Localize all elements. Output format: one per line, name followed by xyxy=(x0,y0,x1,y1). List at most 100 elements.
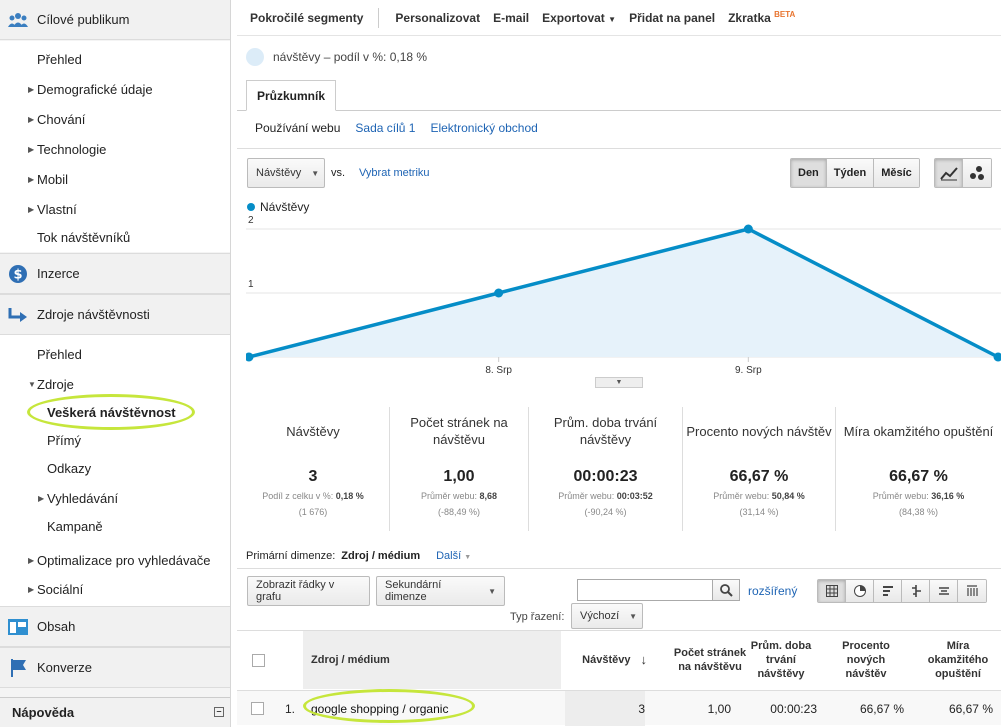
scorecard[interactable]: Prům. doba trvání návštěvy 00:00:23 Průměr… xyxy=(529,407,683,531)
sidebar-item-custom[interactable]: ▶ Vlastní xyxy=(0,195,230,223)
sort-type-value: Výchozí xyxy=(580,610,620,622)
tab-explorer[interactable]: Průzkumník xyxy=(246,80,337,111)
scorecard[interactable]: Počet stránek na návštěvu 1,00 Průměr webu… xyxy=(390,407,529,531)
column-header-duration[interactable]: Prům. doba trvání návštěvy xyxy=(745,631,817,689)
scorecard-percent: (1 676) xyxy=(298,507,328,517)
table-controls: Zobrazit řádky v grafu Sekundární dimenz… xyxy=(237,568,1001,608)
sidebar-item-direct[interactable]: Přímý xyxy=(0,426,230,454)
select-all-checkbox[interactable] xyxy=(252,654,265,667)
scorecard-sub-label: Průměr webu: xyxy=(713,491,770,501)
help-section[interactable]: Nápověda – xyxy=(0,697,230,727)
secondary-dimension-dropdown[interactable]: Sekundární dimenze ▼ xyxy=(376,576,505,606)
primary-dimension-value[interactable]: Zdroj / médium xyxy=(341,550,420,562)
scorecard-label: Návštěvy xyxy=(286,423,340,439)
legend-swatch xyxy=(247,203,255,211)
add-to-dashboard-button[interactable]: Přidat na panel xyxy=(629,11,715,25)
dollar-icon: $ xyxy=(8,264,28,284)
subtab-ecommerce[interactable]: Elektronický obchod xyxy=(430,121,537,135)
sidebar-section-acquisition[interactable]: Zdroje návštěvnosti xyxy=(0,294,230,335)
primary-dimension-bar: Primární dimenze: Zdroj / médium Další ▼ xyxy=(246,550,471,562)
metric-dropdown[interactable]: Návštěvy ▼ xyxy=(247,158,325,188)
period-selector: Den Týden Měsíc xyxy=(790,158,920,188)
scorecard-sub-value: 0,18 % xyxy=(335,491,364,501)
scorecard-label: Míra okamžitého opuštění xyxy=(843,423,994,439)
expand-arrow-icon: ▶ xyxy=(28,114,35,124)
chart-collapse-handle[interactable]: ▼ xyxy=(595,377,643,388)
advanced-filter-link[interactable]: rozšířený xyxy=(748,584,797,598)
subtab-goal-set[interactable]: Sada cílů 1 xyxy=(355,121,415,135)
sidebar-section-label: Cílové publikum xyxy=(37,12,130,27)
scorecards: Návštěvy 3 Podíl z celku v %: 0,18 % (1 676… xyxy=(237,407,1001,531)
comparison-view-button[interactable] xyxy=(902,580,930,602)
more-dimensions-link[interactable]: Další ▼ xyxy=(436,550,471,562)
export-button[interactable]: Exportovat ▼ xyxy=(542,11,616,25)
row-index: 1. xyxy=(285,701,296,716)
column-header-new-visits[interactable]: Procento nových návštěv xyxy=(829,631,903,689)
shortcut-button[interactable]: Zkratka BETA xyxy=(728,10,795,25)
term-cloud-view-button[interactable] xyxy=(930,580,958,602)
line-chart-button[interactable] xyxy=(935,159,963,187)
sidebar-item-visitors-flow[interactable]: Tok návštěvníků xyxy=(0,223,230,251)
sidebar-section-conversions[interactable]: Konverze xyxy=(0,647,230,688)
scorecard[interactable]: Procento nových návštěv 66,67 % Průměr web… xyxy=(683,407,836,531)
sidebar-item-seo[interactable]: ▶ Optimalizace pro vyhledávače xyxy=(0,546,230,574)
expand-arrow-icon: ▶ xyxy=(28,144,35,154)
sidebar-section-label: Obsah xyxy=(37,619,76,634)
email-button[interactable]: E-mail xyxy=(493,11,529,25)
collapse-icon[interactable]: – xyxy=(214,707,224,717)
table-search xyxy=(577,579,740,601)
scorecard-comparison: Průměr webu: 36,16 % xyxy=(836,491,1001,501)
performance-view-button[interactable] xyxy=(874,580,902,602)
metric-group-tabs: Používání webu Sada cílů 1 Elektronický … xyxy=(255,121,553,135)
sidebar-item-mobile[interactable]: ▶ Mobil xyxy=(0,165,230,193)
motion-chart-button[interactable] xyxy=(963,159,991,187)
period-day-button[interactable]: Den xyxy=(791,159,827,187)
sidebar-item-demographics[interactable]: ▶ Demografické údaje xyxy=(0,75,230,103)
column-header-visits-label: Návštěvy xyxy=(582,654,631,666)
sidebar-section-content[interactable]: Obsah xyxy=(0,606,230,647)
pie-view-button[interactable] xyxy=(846,580,874,602)
column-header-bounce[interactable]: Míra okamžitého opuštění xyxy=(915,631,1001,689)
sidebar-item-label: Optimalizace pro vyhledávače xyxy=(37,552,211,568)
subtab-site-usage[interactable]: Používání webu xyxy=(255,121,340,135)
row-source-medium-link[interactable]: google shopping / organic xyxy=(311,691,551,726)
sidebar-section-label: Inzerce xyxy=(37,266,80,281)
data-point[interactable] xyxy=(743,224,753,234)
table-view-button[interactable] xyxy=(818,580,846,602)
period-week-button[interactable]: Týden xyxy=(826,159,875,187)
sidebar-item-social[interactable]: ▶ Sociální xyxy=(0,575,230,603)
segment-indicator: návštěvy – podíl v %: 0,18 % xyxy=(246,48,427,66)
sidebar-item-sources[interactable]: ▼ Zdroje xyxy=(0,370,230,398)
scorecard-sub-value: 50,84 % xyxy=(771,491,805,501)
data-point[interactable] xyxy=(246,352,254,362)
scorecard[interactable]: Míra okamžitého opuštění 66,67 % Průměr we… xyxy=(836,407,1001,531)
data-point[interactable] xyxy=(494,288,504,298)
customize-button[interactable]: Personalizovat xyxy=(395,11,480,25)
sidebar-item-all-traffic[interactable]: Veškerá návštěvnost xyxy=(0,398,230,426)
sidebar-section-advertising[interactable]: $ Inzerce xyxy=(0,253,230,294)
sidebar-item-technology[interactable]: ▶ Technologie xyxy=(0,135,230,163)
scorecard[interactable]: Návštěvy 3 Podíl z celku v %: 0,18 % (1 676… xyxy=(237,407,390,531)
sidebar-item-behavior[interactable]: ▶ Chování xyxy=(0,105,230,133)
y-tick-label: 2 xyxy=(248,215,254,226)
sidebar-item-overview[interactable]: Přehled xyxy=(0,45,230,73)
table-search-input[interactable] xyxy=(578,580,712,600)
sidebar-item-referrals[interactable]: Odkazy xyxy=(0,454,230,482)
sidebar-section-audience[interactable]: Cílové publikum xyxy=(0,0,230,40)
select-metric-link[interactable]: Vybrat metriku xyxy=(359,167,430,179)
sidebar-item-campaigns[interactable]: Kampaně xyxy=(0,512,230,540)
advanced-segments-button[interactable]: Pokročilé segmenty xyxy=(250,11,363,25)
sidebar-item-acq-overview[interactable]: Přehled xyxy=(0,340,230,368)
column-header-visits[interactable]: Návštěvy ↓ xyxy=(565,631,655,689)
plot-rows-button[interactable]: Zobrazit řádky v grafu xyxy=(247,576,370,606)
sidebar-item-search[interactable]: ▶ Vyhledávání xyxy=(0,484,230,512)
row-checkbox[interactable] xyxy=(251,702,264,715)
search-button[interactable] xyxy=(712,580,739,600)
column-header-source-medium[interactable]: Zdroj / médium xyxy=(303,631,561,689)
column-header-pages[interactable]: Počet stránek na návštěvu xyxy=(667,631,753,689)
sort-type-dropdown[interactable]: Výchozí ▼ xyxy=(571,603,643,629)
period-month-button[interactable]: Měsíc xyxy=(874,159,919,187)
x-tick-label: 8. Srp xyxy=(485,365,512,376)
pivot-view-button[interactable] xyxy=(958,580,986,602)
scorecard-sub-label: Průměr webu: xyxy=(872,491,929,501)
